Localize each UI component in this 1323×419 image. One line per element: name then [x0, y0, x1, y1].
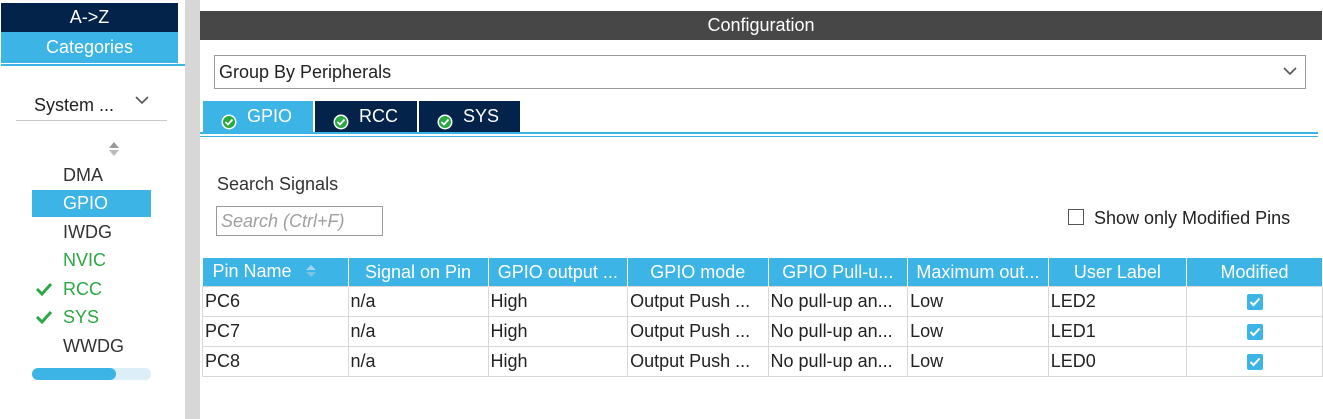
category-item-label: NVIC — [63, 250, 107, 270]
table-header-row: Pin Name Signal on Pin GPIO output ... G… — [202, 258, 1323, 287]
cell-modified[interactable] — [1186, 346, 1323, 377]
cell-gpio-output[interactable]: High — [487, 346, 629, 377]
category-item-gpio[interactable]: GPIO — [32, 190, 151, 217]
checkbox-box[interactable] — [1068, 209, 1084, 225]
cell-user-label[interactable]: LED0 — [1047, 346, 1188, 377]
category-item-label: GPIO — [63, 193, 109, 213]
sort-order-icon[interactable] — [107, 140, 121, 163]
category-select-value: System ... — [34, 95, 115, 115]
left-panel: A->Z Categories System ... DMA GPIO IWDG… — [0, 0, 185, 419]
cell-pin-name[interactable]: PC6 — [202, 286, 349, 317]
tab-sys[interactable]: SYS — [419, 101, 520, 132]
sort-order-icon[interactable] — [305, 262, 317, 283]
category-item-wwdg[interactable]: WWDG — [32, 333, 151, 360]
column-header-max-output[interactable]: Maximum out... — [907, 258, 1049, 287]
tab-rcc[interactable]: RCC — [315, 101, 417, 132]
table-row[interactable]: PC6 n/a High Output Push ... No pull-up … — [202, 286, 1323, 317]
column-header-label: Pin Name — [212, 261, 292, 282]
chevron-down-icon — [1281, 62, 1299, 85]
category-item-label: DMA — [63, 165, 103, 185]
horizontal-scrollbar[interactable] — [32, 368, 151, 380]
category-item-nvic[interactable]: NVIC — [32, 247, 151, 274]
category-item-label: SYS — [63, 307, 100, 327]
cell-modified[interactable] — [1186, 316, 1323, 347]
cell-pin-name[interactable]: PC8 — [202, 346, 349, 377]
column-header-modified[interactable]: Modified — [1186, 258, 1323, 287]
cell-pin-name[interactable]: PC7 — [202, 316, 349, 347]
cell-gpio-pull[interactable]: No pull-up an... — [767, 316, 909, 347]
tab-label: GPIO — [247, 106, 293, 126]
categories-underline — [1, 64, 185, 66]
search-input[interactable] — [216, 206, 383, 236]
column-header-label: GPIO mode — [650, 261, 746, 282]
category-item-rcc[interactable]: RCC — [32, 276, 151, 303]
configuration-panel: Configuration Group By Peripherals GPIO … — [200, 0, 1323, 419]
column-header-gpio-pull[interactable]: GPIO Pull-u... — [768, 258, 909, 287]
column-header-label: Modified — [1220, 261, 1289, 282]
column-header-label: GPIO Pull-u... — [782, 261, 894, 282]
table-row[interactable]: PC7 n/a High Output Push ... No pull-up … — [202, 316, 1323, 347]
tab-label: RCC — [359, 106, 398, 126]
tab-underline-secondary — [200, 136, 1318, 137]
categories-button[interactable]: Categories — [1, 32, 178, 63]
column-header-label: Maximum out... — [916, 261, 1040, 282]
check-icon — [1249, 298, 1260, 307]
cell-user-label[interactable]: LED2 — [1047, 286, 1188, 317]
cell-max-output[interactable]: Low — [907, 346, 1049, 377]
cell-modified[interactable] — [1186, 286, 1323, 317]
modified-checkbox[interactable] — [1246, 354, 1263, 371]
category-item-iwdg[interactable]: IWDG — [32, 219, 151, 246]
panel-title: Configuration — [200, 11, 1322, 40]
cell-gpio-output[interactable]: High — [487, 286, 629, 317]
category-item-label: IWDG — [63, 222, 112, 242]
table-row[interactable]: PC8 n/a High Output Push ... No pull-up … — [202, 346, 1323, 377]
column-header-gpio-mode[interactable]: GPIO mode — [627, 258, 769, 287]
column-header-pin-name[interactable]: Pin Name — [202, 258, 349, 287]
column-header-user-label[interactable]: User Label — [1048, 258, 1188, 287]
cell-max-output[interactable]: Low — [907, 286, 1049, 317]
cell-signal[interactable]: n/a — [347, 346, 489, 377]
cell-gpio-mode[interactable]: Output Push ... — [627, 346, 769, 377]
category-item-label: WWDG — [63, 336, 124, 356]
pin-table: Pin Name Signal on Pin GPIO output ... G… — [202, 258, 1323, 377]
check-icon — [1249, 328, 1260, 337]
show-modified-label: Show only Modified Pins — [1094, 208, 1291, 228]
cell-gpio-mode[interactable]: Output Push ... — [627, 286, 769, 317]
category-item-label: RCC — [63, 279, 102, 299]
cell-gpio-pull[interactable]: No pull-up an... — [767, 346, 909, 377]
tab-label: SYS — [463, 106, 500, 126]
cell-signal[interactable]: n/a — [347, 316, 489, 347]
cell-gpio-pull[interactable]: No pull-up an... — [767, 286, 909, 317]
cell-user-label[interactable]: LED1 — [1047, 316, 1188, 347]
scrollbar-thumb[interactable] — [32, 368, 116, 380]
cell-gpio-output[interactable]: High — [487, 316, 629, 347]
cell-signal[interactable]: n/a — [347, 286, 489, 317]
category-select[interactable]: System ... — [16, 88, 167, 121]
chevron-down-icon — [133, 91, 151, 114]
cell-max-output[interactable]: Low — [907, 316, 1049, 347]
column-header-label: Signal on Pin — [364, 261, 472, 282]
category-item-dma[interactable]: DMA — [32, 162, 151, 189]
column-header-label: GPIO output ... — [497, 261, 618, 282]
modified-checkbox[interactable] — [1246, 294, 1263, 311]
az-sort-button[interactable]: A->Z — [1, 3, 178, 32]
group-by-select[interactable]: Group By Peripherals — [214, 55, 1306, 89]
group-by-value: Group By Peripherals — [219, 62, 392, 82]
modified-checkbox[interactable] — [1246, 324, 1263, 341]
search-signals-label: Search Signals — [217, 174, 339, 194]
cell-gpio-mode[interactable]: Output Push ... — [627, 316, 769, 347]
category-item-sys[interactable]: SYS — [32, 304, 151, 331]
column-header-label: User Label — [1073, 261, 1161, 282]
tab-underline — [200, 132, 1318, 134]
panel-splitter[interactable] — [185, 0, 200, 419]
tab-gpio[interactable]: GPIO — [203, 101, 313, 132]
column-header-signal[interactable]: Signal on Pin — [348, 258, 489, 287]
check-icon — [1249, 358, 1260, 367]
column-header-gpio-output[interactable]: GPIO output ... — [488, 258, 629, 287]
